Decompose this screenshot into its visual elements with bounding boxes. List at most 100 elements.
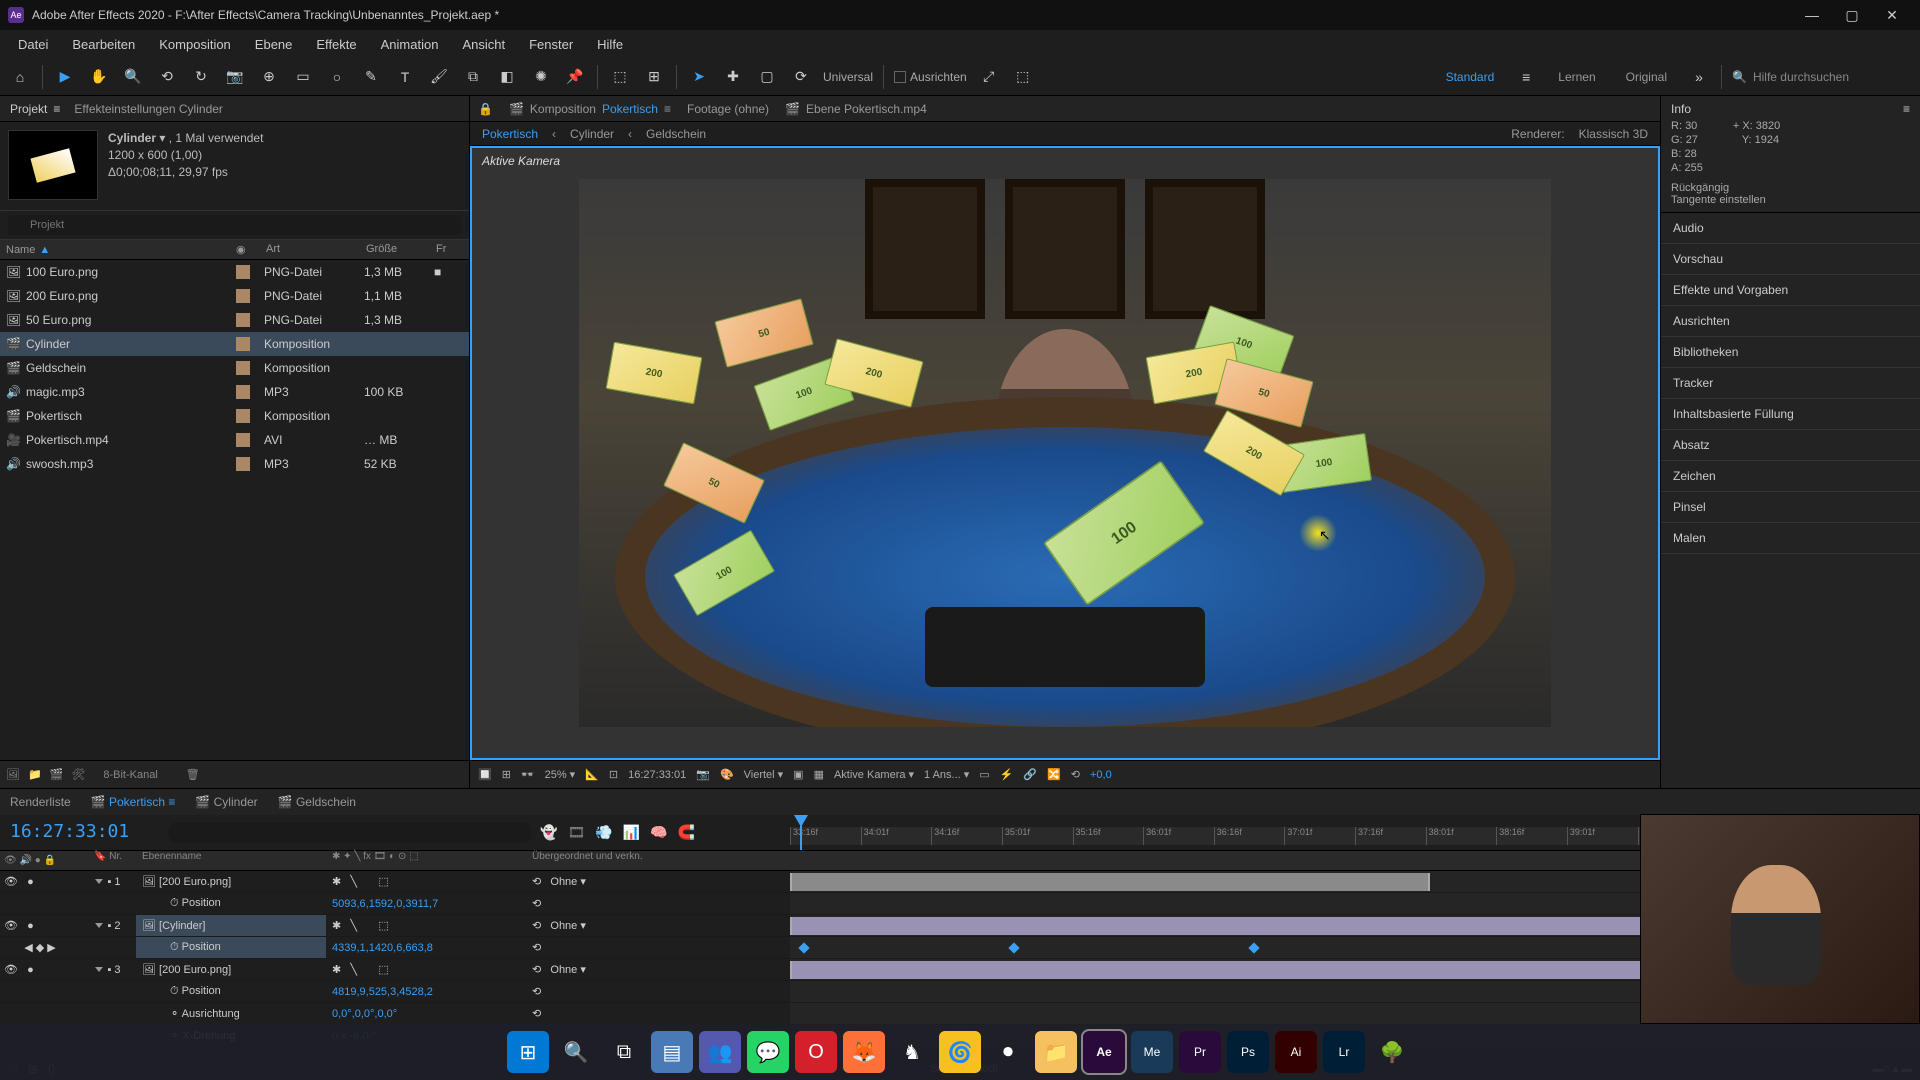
menu-effekte[interactable]: Effekte bbox=[306, 33, 366, 56]
panel-menu-icon[interactable]: ≡ bbox=[1903, 102, 1910, 116]
region-icon[interactable]: ▣ bbox=[793, 768, 803, 781]
zoom-tool[interactable]: 🔍 bbox=[121, 65, 145, 89]
bit-depth[interactable]: 8-Bit-Kanal bbox=[103, 769, 157, 781]
universal-refresh-icon[interactable]: ⟳ bbox=[789, 65, 813, 89]
menu-fenster[interactable]: Fenster bbox=[519, 33, 583, 56]
snapshot-icon[interactable]: 📷 bbox=[696, 768, 710, 781]
menu-bearbeiten[interactable]: Bearbeiten bbox=[62, 33, 145, 56]
workspace-original[interactable]: Original bbox=[1616, 66, 1677, 88]
panel-vorschau[interactable]: Vorschau bbox=[1661, 244, 1920, 275]
taskbar-aftereffects[interactable]: Ae bbox=[1083, 1031, 1125, 1073]
tl-tab-pokertisch[interactable]: 🎬 Pokertisch ≡ bbox=[91, 795, 176, 809]
transparency-icon[interactable]: ▦ bbox=[814, 768, 824, 781]
crumb-geldschein[interactable]: Geldschein bbox=[646, 127, 706, 141]
maximize-button[interactable]: ▢ bbox=[1832, 0, 1872, 30]
project-item[interactable]: 🖼200 Euro.pngPNG-Datei1,1 MB bbox=[0, 284, 469, 308]
rotate-tool[interactable]: ↻ bbox=[189, 65, 213, 89]
layer-row[interactable]: 👁 ● ▪ 1🖼 [200 Euro.png]✱ ╲ ⬚⟲ Ohne ▾ bbox=[0, 871, 1920, 893]
menu-datei[interactable]: Datei bbox=[8, 33, 58, 56]
effect-controls-tab[interactable]: Effekteinstellungen Cylinder bbox=[74, 102, 223, 116]
taskbar-app1[interactable]: ♞ bbox=[891, 1031, 933, 1073]
crumb-cylinder[interactable]: Cylinder bbox=[570, 127, 614, 141]
tl-tab-cylinder[interactable]: 🎬 Cylinder bbox=[195, 795, 257, 809]
resolution-dropdown[interactable]: Viertel ▾ bbox=[744, 768, 784, 781]
interpret-icon[interactable]: 🖼 bbox=[6, 768, 20, 781]
workspace-lernen[interactable]: Lernen bbox=[1548, 66, 1605, 88]
workspace-standard[interactable]: Standard bbox=[1436, 66, 1505, 88]
panel-zeichen[interactable]: Zeichen bbox=[1661, 461, 1920, 492]
project-item[interactable]: 🖼50 Euro.pngPNG-Datei1,3 MB bbox=[0, 308, 469, 332]
type-tool[interactable]: T bbox=[393, 65, 417, 89]
axis-local-icon[interactable]: ⬚ bbox=[608, 65, 632, 89]
ellipse-tool[interactable]: ○ bbox=[325, 65, 349, 89]
taskbar-premiere[interactable]: Pr bbox=[1179, 1031, 1221, 1073]
adjust-icon[interactable]: 🛠 bbox=[71, 768, 85, 781]
snap-ext-icon[interactable]: ⤢ bbox=[977, 65, 1001, 89]
taskbar-explorer[interactable]: 📁 bbox=[1035, 1031, 1077, 1073]
panel-malen[interactable]: Malen bbox=[1661, 523, 1920, 554]
menu-komposition[interactable]: Komposition bbox=[149, 33, 241, 56]
minimize-button[interactable]: — bbox=[1792, 0, 1832, 30]
project-item[interactable]: 🎬CylinderKomposition bbox=[0, 332, 469, 356]
panel-ausrichten[interactable]: Ausrichten bbox=[1661, 306, 1920, 337]
menu-ansicht[interactable]: Ansicht bbox=[452, 33, 515, 56]
folder-icon[interactable]: 📁 bbox=[28, 768, 42, 781]
panel-audio[interactable]: Audio bbox=[1661, 213, 1920, 244]
tl-tab-renderliste[interactable]: Renderliste bbox=[10, 795, 71, 809]
channel-icon[interactable]: 🎨 bbox=[720, 768, 734, 781]
comp-flow-icon[interactable]: 🔀 bbox=[1047, 768, 1061, 781]
magnify-icon[interactable]: 🔲 bbox=[478, 768, 492, 781]
taskbar-illustrator[interactable]: Ai bbox=[1275, 1031, 1317, 1073]
taskbar-search[interactable]: 🔍 bbox=[555, 1031, 597, 1073]
panel-absatz[interactable]: Absatz bbox=[1661, 430, 1920, 461]
property-position[interactable]: ◀ ◆ ▶⏱ Position4339,1,1420,6,663,8⟲ bbox=[0, 937, 1920, 959]
taskbar-app3[interactable]: 🌳 bbox=[1371, 1031, 1413, 1073]
taskbar-opera[interactable]: O bbox=[795, 1031, 837, 1073]
property-position[interactable]: ⏱ Position5093,6,1592,0,3911,7⟲ bbox=[0, 893, 1920, 915]
clone-tool[interactable]: ⧉ bbox=[461, 65, 485, 89]
taskbar-mediaencoder[interactable]: Me bbox=[1131, 1031, 1173, 1073]
taskbar-whatsapp[interactable]: 💬 bbox=[747, 1031, 789, 1073]
taskbar-teams[interactable]: 👥 bbox=[699, 1031, 741, 1073]
pan-behind-tool[interactable]: ⊕ bbox=[257, 65, 281, 89]
selection-tool[interactable]: ▶ bbox=[53, 65, 77, 89]
pen-tool[interactable]: ✎ bbox=[359, 65, 383, 89]
project-item[interactable]: 🎥Pokertisch.mp4AVI… MB bbox=[0, 428, 469, 452]
tl-brain-icon[interactable]: 🧠 bbox=[650, 824, 667, 841]
menu-hilfe[interactable]: Hilfe bbox=[587, 33, 633, 56]
camera-tool[interactable]: 📷 bbox=[223, 65, 247, 89]
workspace-overflow-icon[interactable]: » bbox=[1687, 65, 1711, 89]
timeline-timecode[interactable]: 16:27:33:01 bbox=[0, 815, 160, 850]
fast-preview-icon[interactable]: ⚡ bbox=[1000, 768, 1014, 781]
panel-effekte-und-vorgaben[interactable]: Effekte und Vorgaben bbox=[1661, 275, 1920, 306]
layer-row[interactable]: 👁 ● ▪ 2🖼 [Cylinder]✱ ╲ ⬚⟲ Ohne ▾ bbox=[0, 915, 1920, 937]
workspace-menu-icon[interactable]: ≡ bbox=[1514, 65, 1538, 89]
axis-world-icon[interactable]: ⊞ bbox=[642, 65, 666, 89]
3d-arrow-icon[interactable]: ➤ bbox=[687, 65, 711, 89]
reset-exposure-icon[interactable]: ⟲ bbox=[1071, 768, 1080, 781]
guides-icon[interactable]: ⊡ bbox=[609, 768, 618, 781]
comp-icon[interactable]: 🎬 bbox=[50, 768, 64, 781]
playhead[interactable] bbox=[800, 815, 802, 850]
timeline-link-icon[interactable]: 🔗 bbox=[1023, 768, 1037, 781]
panel-inhaltsbasierte-füllung[interactable]: Inhaltsbasierte Füllung bbox=[1661, 399, 1920, 430]
grid-icon[interactable]: ⊞ bbox=[502, 768, 511, 781]
trash-icon[interactable]: 🗑 bbox=[186, 768, 200, 781]
panel-bibliotheken[interactable]: Bibliotheken bbox=[1661, 337, 1920, 368]
taskbar-lightroom[interactable]: Lr bbox=[1323, 1031, 1365, 1073]
tl-moblur-icon[interactable]: 💨 bbox=[595, 824, 612, 841]
project-item[interactable]: 🖼100 Euro.pngPNG-Datei1,3 MB■ bbox=[0, 260, 469, 284]
tl-shy-icon[interactable]: 👻 bbox=[540, 824, 557, 841]
project-item[interactable]: 🔊magic.mp3MP3100 KB bbox=[0, 380, 469, 404]
tl-snap-icon[interactable]: 🧲 bbox=[678, 824, 695, 841]
taskbar-photoshop[interactable]: Ps bbox=[1227, 1031, 1269, 1073]
composition-viewer[interactable]: Aktive Kamera 50 200 100 200 50 100 100 … bbox=[470, 146, 1660, 760]
project-item[interactable]: 🔊swoosh.mp3MP352 KB bbox=[0, 452, 469, 476]
zoom-dropdown[interactable]: 25% ▾ bbox=[545, 768, 576, 781]
layer-row[interactable]: 👁 ● ▪ 3🖼 [200 Euro.png]✱ ╲ ⬚⟲ Ohne ▾ bbox=[0, 959, 1920, 981]
project-list[interactable]: 🖼100 Euro.pngPNG-Datei1,3 MB■🖼200 Euro.p… bbox=[0, 260, 469, 760]
help-search[interactable]: 🔍 Hilfe durchsuchen bbox=[1732, 70, 1912, 84]
pixel-aspect-icon[interactable]: ▭ bbox=[979, 768, 989, 781]
rect-tool[interactable]: ▭ bbox=[291, 65, 315, 89]
puppet-tool[interactable]: 📌 bbox=[563, 65, 587, 89]
